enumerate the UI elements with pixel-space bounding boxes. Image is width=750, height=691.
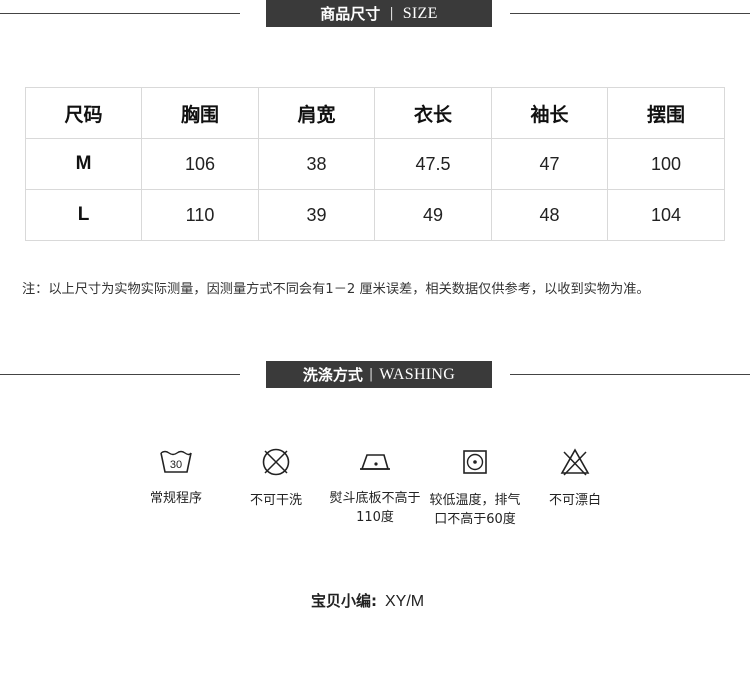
care-item-dry: 较低温度，排气 口不高于60度 bbox=[420, 447, 530, 529]
table-cell: 106 bbox=[141, 138, 259, 190]
table-cell: 47.5 bbox=[374, 138, 492, 190]
header-rule-right bbox=[510, 374, 750, 375]
care-label: 熨斗底板不高于 110度 bbox=[329, 491, 421, 525]
tumble-dry-low-icon bbox=[463, 450, 487, 474]
size-section-header: 商品尺寸 | SIZE bbox=[0, 0, 750, 27]
table-cell-size: M bbox=[25, 138, 142, 190]
header-sleeve: 袖长 bbox=[491, 87, 608, 139]
header-rule-left bbox=[0, 374, 240, 375]
header-hem: 摆围 bbox=[607, 87, 725, 139]
header-size: 尺码 bbox=[25, 87, 142, 139]
iron-low-icon bbox=[360, 454, 390, 470]
header-chest: 胸围 bbox=[141, 87, 259, 139]
wash-title-en: WASHING bbox=[379, 365, 456, 383]
care-item-iron: 熨斗底板不高于 110度 bbox=[320, 447, 430, 527]
table-cell: 100 bbox=[607, 138, 725, 190]
wash-title-cn: 洗涤方式 bbox=[302, 366, 363, 384]
table-row: M 106 38 47.5 47 100 bbox=[25, 138, 725, 190]
size-banner: 商品尺寸 | SIZE bbox=[266, 0, 492, 27]
table-header-row: 尺码 胸围 肩宽 衣长 袖长 摆围 bbox=[25, 87, 725, 139]
header-length: 衣长 bbox=[374, 87, 492, 139]
care-item-bleach: 不可漂白 bbox=[520, 447, 630, 510]
editor-label: 宝贝小编: bbox=[311, 592, 377, 610]
editor-value: XY/M bbox=[385, 593, 425, 610]
table-cell: 110 bbox=[141, 189, 259, 241]
care-item-wash: 30 常规程序 bbox=[121, 447, 231, 508]
size-title-cn: 商品尺寸 bbox=[320, 5, 381, 23]
table-row: L 110 39 49 48 104 bbox=[25, 189, 725, 241]
table-cell: 38 bbox=[258, 138, 375, 190]
header-rule-left bbox=[0, 13, 240, 14]
table-cell: 104 bbox=[607, 189, 725, 241]
care-label: 不可漂白 bbox=[548, 493, 601, 508]
care-label: 不可干洗 bbox=[249, 493, 302, 508]
wash-section-header: 洗涤方式 | WASHING bbox=[0, 361, 750, 388]
table-cell: 48 bbox=[491, 189, 608, 241]
wash-temp-text: 30 bbox=[170, 459, 182, 471]
care-item-dry-clean: 不可干洗 bbox=[221, 447, 331, 510]
table-cell: 47 bbox=[491, 138, 608, 190]
no-bleach-icon bbox=[560, 448, 590, 476]
wash-banner: 洗涤方式 | WASHING bbox=[266, 361, 492, 388]
table-cell: 49 bbox=[374, 189, 492, 241]
wash-30-icon: 30 bbox=[160, 450, 192, 473]
editor-credit: 宝贝小编: XY/M bbox=[311, 590, 424, 611]
measurement-note: 注：以上尺寸为实物实际测量，因测量方式不同会有1－2 厘米误差，相关数据仅供参考… bbox=[22, 282, 650, 297]
table-cell: 39 bbox=[258, 189, 375, 241]
title-separator: | bbox=[368, 367, 374, 382]
care-label: 常规程序 bbox=[149, 491, 202, 506]
header-shoulder: 肩宽 bbox=[258, 87, 375, 139]
no-dry-clean-icon bbox=[262, 448, 290, 476]
care-label: 较低温度，排气 口不高于60度 bbox=[429, 493, 521, 527]
title-separator: | bbox=[389, 6, 394, 21]
header-rule-right bbox=[510, 13, 750, 14]
table-cell-size: L bbox=[25, 189, 142, 241]
size-title-en: SIZE bbox=[402, 4, 438, 22]
size-table: 尺码 胸围 肩宽 衣长 袖长 摆围 M 106 38 47.5 47 100 L… bbox=[25, 87, 725, 241]
